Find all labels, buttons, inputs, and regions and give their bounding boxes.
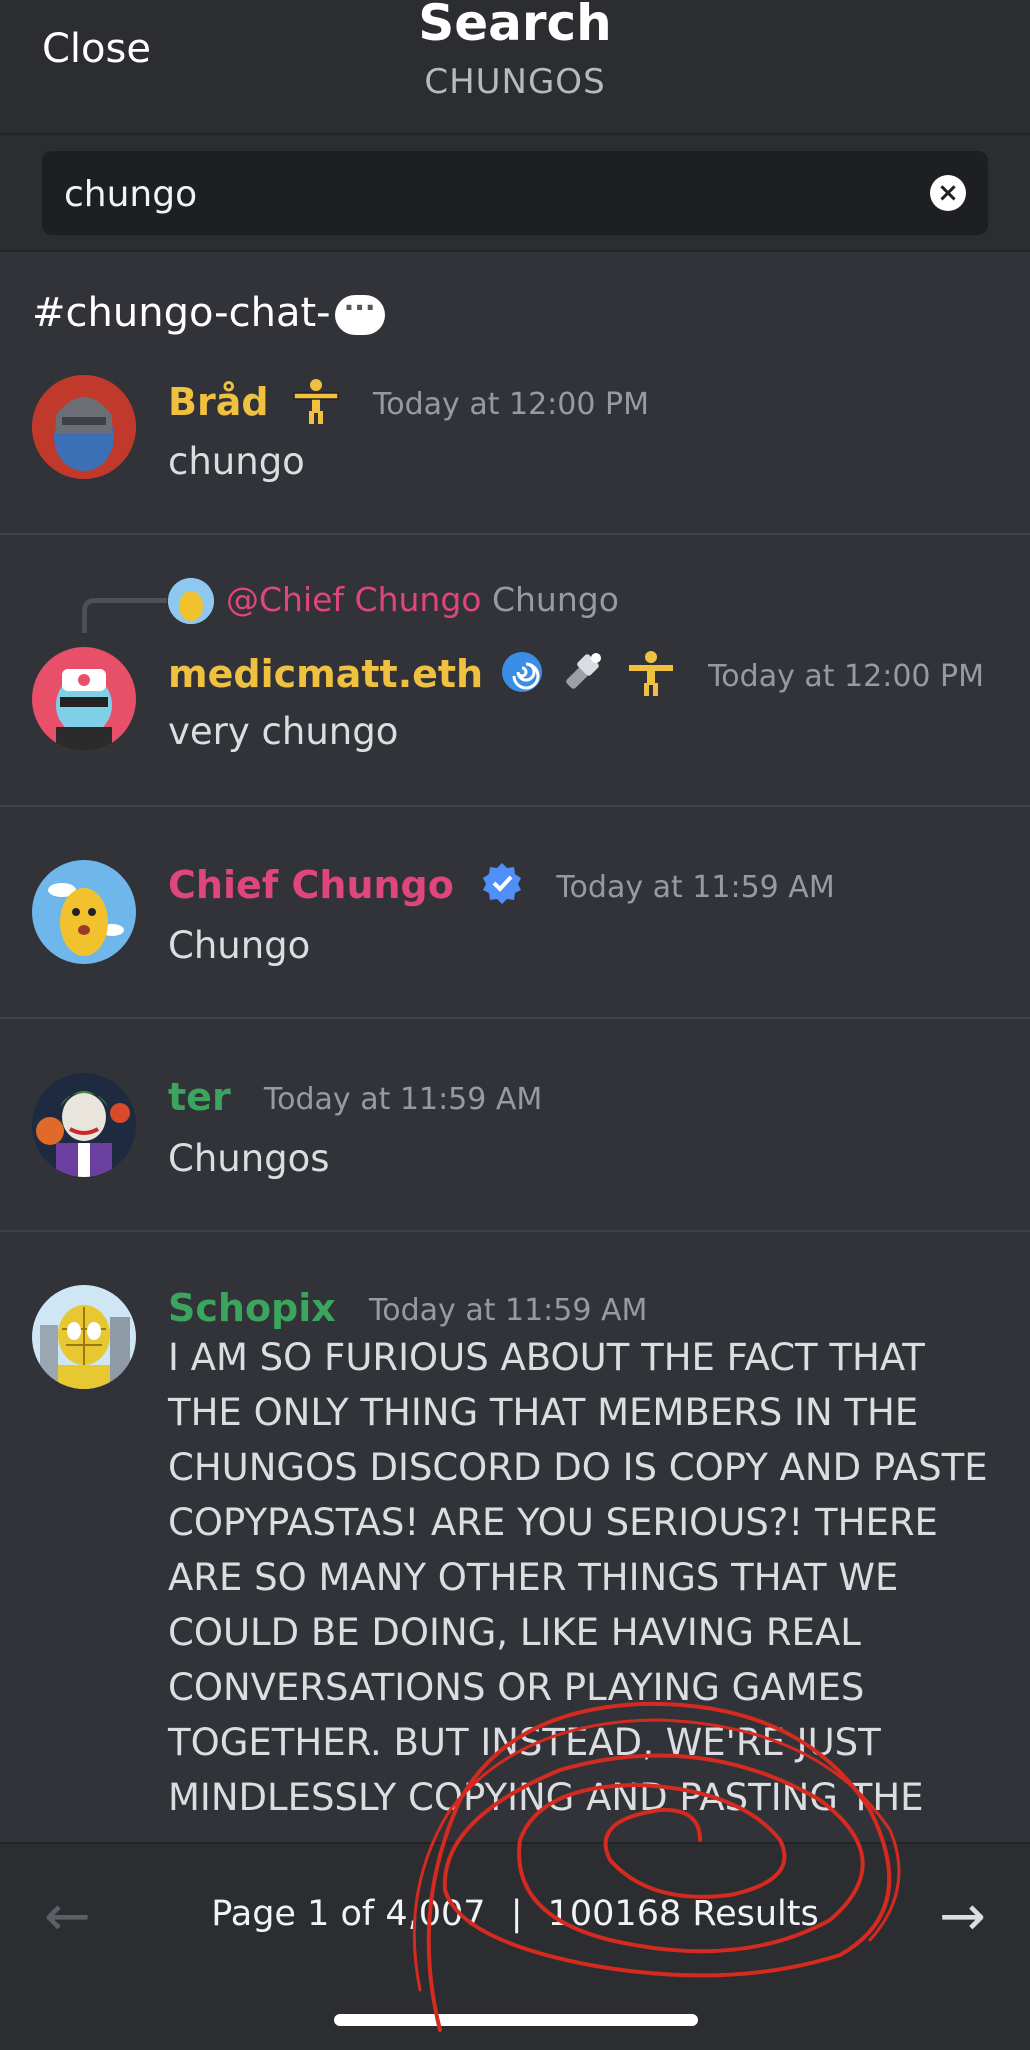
- search-result[interactable]: ter Today at 11:59 AM Chungos: [0, 1019, 1030, 1232]
- page-indicator: Page 1 of 4,007: [211, 1894, 486, 1934]
- search-input[interactable]: [62, 151, 886, 237]
- avatar-image: [32, 647, 136, 751]
- avatar-image: [32, 375, 136, 479]
- message-text: Chungos: [168, 1137, 330, 1180]
- author-line: Chief Chungo Today at 11:59 AM: [168, 862, 835, 913]
- avatar[interactable]: [32, 375, 136, 479]
- timestamp: Today at 12:00 PM: [708, 659, 985, 694]
- home-indicator[interactable]: [334, 2014, 698, 2026]
- timestamp: Today at 11:59 AM: [556, 870, 835, 905]
- search-bar-container: ×: [0, 135, 1030, 252]
- clear-icon[interactable]: ×: [930, 175, 966, 211]
- timestamp: Today at 11:59 AM: [263, 1082, 543, 1117]
- reply-avatar: [168, 578, 214, 624]
- page-title: Search: [418, 0, 612, 52]
- server-name: CHUNGOS: [424, 62, 606, 102]
- pagination-info: Page 1 of 4,007 | 100168 Results: [0, 1894, 1030, 1934]
- author-line: medicmatt.eth Today at 12:00 PM: [168, 648, 984, 705]
- speech-bubble-icon: [334, 291, 385, 335]
- author-name[interactable]: medicmatt.eth: [168, 652, 483, 696]
- search-result[interactable]: Bråd Today at 12:00 PM chungo: [0, 340, 1030, 535]
- channel-name[interactable]: #chungo-chat-: [32, 290, 385, 336]
- avatar[interactable]: [32, 647, 136, 751]
- tpose-emoji-icon: [292, 376, 340, 433]
- pagination-bar: ← Page 1 of 4,007 | 100168 Results →: [0, 1842, 1030, 2050]
- tpose-emoji-icon: [627, 648, 675, 705]
- avatar[interactable]: [32, 1285, 136, 1389]
- avatar-image: [32, 1073, 136, 1177]
- flashlight-emoji-icon: [560, 650, 604, 703]
- reply-reference[interactable]: @Chief Chungo Chungo: [226, 580, 619, 619]
- results-count: 100168 Results: [547, 1894, 819, 1934]
- author-line: Schopix Today at 11:59 AM: [168, 1286, 647, 1330]
- message-text: chungo: [168, 440, 305, 483]
- header: Close Search CHUNGOS: [0, 0, 1030, 135]
- author-line: ter Today at 11:59 AM: [168, 1075, 542, 1119]
- arrow-right-icon[interactable]: →: [939, 1884, 986, 1949]
- avatar[interactable]: [32, 1073, 136, 1177]
- message-text: I AM SO FURIOUS ABOUT THE FACT THAT THE …: [168, 1336, 988, 1819]
- reply-connector: [82, 598, 167, 633]
- search-result[interactable]: @Chief Chungo Chungo medicmatt.eth Today…: [0, 535, 1030, 807]
- spiral-emoji-icon: [500, 650, 544, 703]
- author-name[interactable]: ter: [168, 1075, 231, 1119]
- channel-name-label: #chungo-chat-: [32, 290, 331, 336]
- author-name[interactable]: Chief Chungo: [168, 863, 454, 907]
- separator: |: [510, 1894, 523, 1934]
- author-name[interactable]: Bråd: [168, 380, 269, 424]
- message-text: Chungo: [168, 924, 311, 967]
- author-line: Bråd Today at 12:00 PM: [168, 376, 649, 433]
- avatar-image: [32, 1285, 136, 1389]
- timestamp: Today at 12:00 PM: [373, 387, 649, 422]
- avatar-image: [32, 860, 136, 964]
- search-box: ×: [42, 151, 988, 237]
- avatar[interactable]: [32, 860, 136, 964]
- message-text: very chungo: [168, 710, 399, 753]
- verified-badge-icon: [481, 862, 523, 913]
- reply-preview: Chungo: [491, 580, 619, 619]
- timestamp: Today at 11:59 AM: [369, 1293, 648, 1328]
- author-name[interactable]: Schopix: [168, 1286, 336, 1330]
- search-result[interactable]: Chief Chungo Today at 11:59 AM Chungo: [0, 807, 1030, 1019]
- reply-author: @Chief Chungo: [226, 580, 482, 619]
